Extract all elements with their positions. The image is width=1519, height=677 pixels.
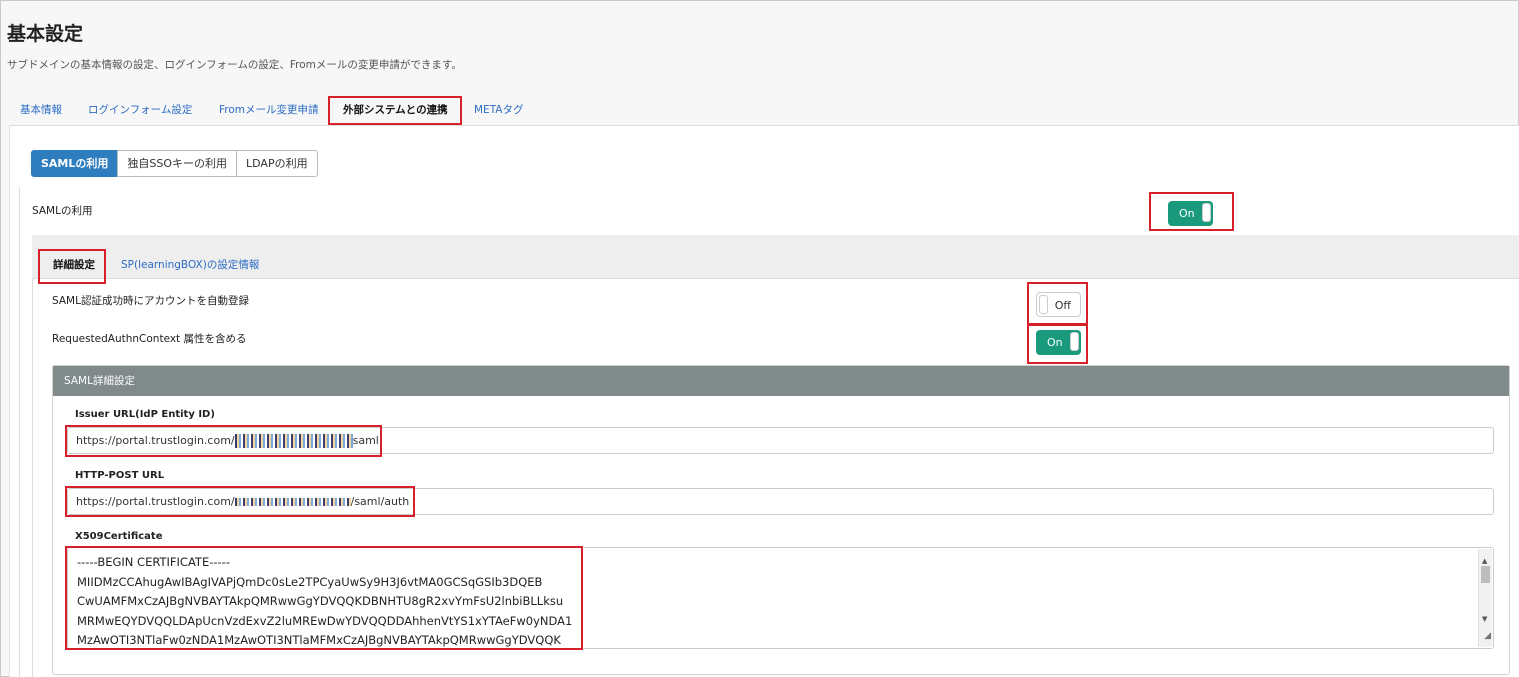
- custom-sso-key-button[interactable]: 独自SSOキーの利用: [117, 150, 238, 177]
- requested-authn-label: RequestedAuthnContext 属性を含める: [52, 333, 247, 345]
- issuer-url-label: Issuer URL(IdP Entity ID): [75, 409, 215, 420]
- highlight-box: [65, 486, 415, 517]
- highlight-box: [65, 546, 583, 650]
- page-description: サブドメインの基本情報の設定、ログインフォームの設定、Fromメールの変更申請が…: [7, 59, 462, 71]
- scroll-thumb[interactable]: [1481, 566, 1490, 583]
- sso-button-group: SAMLの利用 独自SSOキーの利用 LDAPの利用: [31, 150, 318, 177]
- saml-button[interactable]: SAMLの利用: [31, 150, 119, 177]
- resize-grip-icon[interactable]: ◢: [1484, 627, 1491, 647]
- tab-login-form[interactable]: ログインフォーム設定: [88, 97, 192, 125]
- saml-use-label: SAMLの利用: [32, 205, 93, 217]
- divider: [19, 187, 20, 677]
- highlight-box: [1149, 192, 1234, 231]
- certificate-label: X509Certificate: [75, 531, 163, 542]
- ldap-button[interactable]: LDAPの利用: [236, 150, 318, 177]
- saml-detail-heading: SAML詳細設定: [53, 366, 1509, 396]
- http-post-url-label: HTTP-POST URL: [75, 470, 165, 481]
- page-title: 基本設定: [7, 23, 84, 45]
- highlight-box: [328, 96, 462, 125]
- highlight-box: [38, 249, 106, 284]
- highlight-box: [1027, 323, 1088, 364]
- tab-meta-tag[interactable]: METAタグ: [474, 97, 523, 125]
- auto-register-label: SAML認証成功時にアカウントを自動登録: [52, 295, 249, 307]
- highlight-box: [65, 425, 382, 457]
- tab-from-mail[interactable]: Fromメール変更申請: [219, 97, 319, 125]
- tab-basic-info[interactable]: 基本情報: [20, 97, 62, 125]
- tab-sp-settings[interactable]: SP(learningBOX)の設定情報: [121, 257, 259, 272]
- highlight-box: [1027, 282, 1088, 326]
